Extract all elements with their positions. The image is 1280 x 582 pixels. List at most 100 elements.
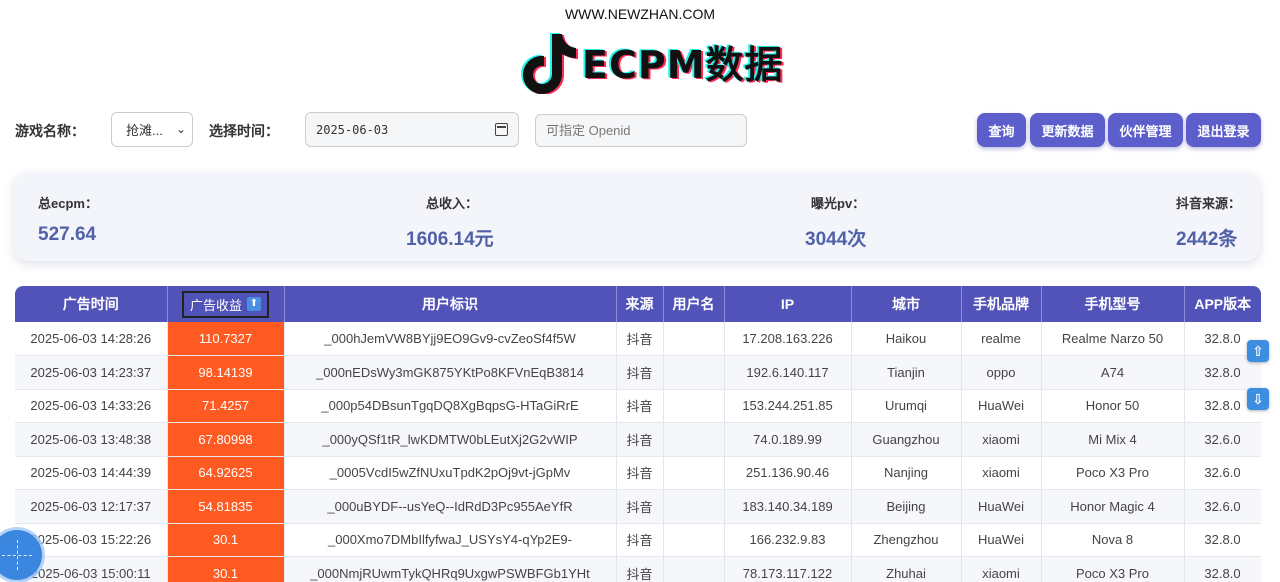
date-picker[interactable]: 2025-06-03	[305, 112, 519, 147]
cell-phone-brand: realme	[961, 322, 1042, 356]
cell-ad-revenue: 30.1	[167, 556, 285, 582]
cell-phone-model: A74	[1041, 355, 1185, 390]
header-ad-revenue[interactable]: 广告收益 ⬆	[167, 286, 285, 322]
cell-city: Tianjin	[851, 355, 962, 390]
cell-user-id: _000Xmo7DMbIlfyfwaJ_USYsY4-qYp2E9-	[284, 523, 617, 557]
header-phone-model[interactable]: 手机型号	[1041, 286, 1185, 322]
cell-phone-brand: HuaWei	[961, 523, 1042, 557]
cell-ad-revenue: 30.1	[167, 523, 285, 557]
cell-phone-model: Poco X3 Pro	[1041, 556, 1185, 582]
table-row[interactable]: 2025-06-03 14:28:26 110.7327 _000hJemVW8BY…	[15, 322, 1261, 356]
cell-source: 抖音	[616, 422, 664, 457]
cell-ad-revenue: 98.14139	[167, 355, 285, 390]
cell-username	[663, 322, 725, 356]
cell-ad-time: 2025-06-03 14:44:39	[15, 456, 168, 490]
openid-input[interactable]	[535, 114, 747, 147]
cell-app-version: 32.6.0	[1184, 422, 1261, 457]
cell-source: 抖音	[616, 489, 664, 524]
cell-user-id: _000hJemVW8BYjj9EO9Gv9-cvZeoSf4f5W	[284, 322, 617, 356]
header-username[interactable]: 用户名	[663, 286, 725, 322]
table-row[interactable]: 2025-06-03 15:00:11 30.1 _000NmjRUwmTykQHR…	[15, 556, 1261, 582]
cell-user-id: _000p54DBsunTgqDQ8XgBqpsG-HTaGiRrE	[284, 389, 617, 423]
cell-user-id: _0005VcdI5wZfNUxuTpdK2pOj9vt-jGpMv	[284, 456, 617, 490]
header-phone-brand[interactable]: 手机品牌	[961, 286, 1042, 322]
header-ad-time[interactable]: 广告时间	[15, 286, 168, 322]
cell-phone-model: Poco X3 Pro	[1041, 456, 1185, 490]
header-app-version[interactable]: APP版本	[1184, 286, 1261, 322]
scroll-down-icon[interactable]: ⇩	[1247, 388, 1269, 410]
cell-username	[663, 355, 725, 390]
cell-phone-model: Honor Magic 4	[1041, 489, 1185, 524]
stat-source: 抖音来源： 2442条	[1176, 193, 1241, 251]
cell-ip: 78.173.117.122	[724, 556, 852, 582]
cell-username	[663, 422, 725, 457]
cell-ip: 74.0.189.99	[724, 422, 852, 457]
stat-pv-label: 曝光pv：	[811, 196, 866, 211]
scroll-up-icon[interactable]: ⇧	[1247, 340, 1269, 362]
crosshair-icon-vertical	[17, 540, 18, 570]
cell-phone-model: Honor 50	[1041, 389, 1185, 423]
site-url: WWW.NEWZHAN.COM	[564, 6, 716, 22]
table-row[interactable]: 2025-06-03 14:23:37 98.14139 _000nEDsWy3mG…	[15, 355, 1261, 390]
cell-user-id: _000uBYDF--usYeQ--IdRdD3Pc955AeYfR	[284, 489, 617, 524]
header-ip[interactable]: IP	[724, 286, 852, 322]
cell-ip: 192.6.140.117	[724, 355, 852, 390]
logout-button[interactable]: 退出登录	[1186, 113, 1261, 147]
stat-revenue-value: 1606.14元	[406, 229, 494, 250]
cell-ad-time: 2025-06-03 14:23:37	[15, 355, 168, 390]
data-table-wrap: 广告时间 广告收益 ⬆ 用户标识 来源 用户名 IP 城市 手机品牌 手机型号 …	[15, 286, 1261, 582]
header-source[interactable]: 来源	[616, 286, 664, 322]
cell-app-version: 32.8.0	[1184, 523, 1261, 557]
header-user-id[interactable]: 用户标识	[284, 286, 617, 322]
query-button[interactable]: 查询	[977, 113, 1026, 147]
update-data-button[interactable]: 更新数据	[1030, 113, 1105, 147]
cell-username	[663, 523, 725, 557]
cell-ad-time: 2025-06-03 12:17:37	[15, 489, 168, 524]
table-row[interactable]: 2025-06-03 13:48:38 67.80998 _000yQSf1tR_l…	[15, 422, 1261, 457]
stat-ecpm-label: 总ecpm：	[38, 196, 98, 211]
cell-app-version: 32.6.0	[1184, 489, 1261, 524]
table-row[interactable]: 2025-06-03 15:22:26 30.1 _000Xmo7DMbIlfyfw…	[15, 523, 1261, 557]
table-row[interactable]: 2025-06-03 12:17:37 54.81835 _000uBYDF--us…	[15, 489, 1261, 524]
stats-panel: 总ecpm： 527.64 总收入： 1606.14元 曝光pv： 3044次 …	[14, 173, 1260, 261]
cell-username	[663, 556, 725, 582]
partner-manage-button[interactable]: 伙伴管理	[1108, 113, 1183, 147]
stat-ecpm-value: 527.64	[38, 224, 97, 245]
table-row[interactable]: 2025-06-03 14:33:26 71.4257 _000p54DBsunTg…	[15, 389, 1261, 423]
cell-ip: 251.136.90.46	[724, 456, 852, 490]
stat-source-label: 抖音来源：	[1176, 196, 1242, 211]
cell-phone-brand: HuaWei	[961, 389, 1042, 423]
cell-ad-revenue: 64.92625	[167, 456, 285, 490]
time-label: 选择时间：	[209, 123, 279, 139]
arrow-up-icon: ⬆	[247, 297, 261, 311]
cell-source: 抖音	[616, 523, 664, 557]
date-value: 2025-06-03	[316, 122, 389, 137]
stat-source-value: 2442条	[1176, 229, 1238, 250]
cell-source: 抖音	[616, 389, 664, 423]
cell-city: Haikou	[851, 322, 962, 356]
cell-phone-brand: xiaomi	[961, 556, 1042, 582]
stat-ecpm: 总ecpm： 527.64	[38, 193, 98, 246]
cell-source: 抖音	[616, 456, 664, 490]
game-label: 游戏名称：	[15, 123, 85, 139]
cell-ad-time: 2025-06-03 14:33:26	[15, 389, 168, 423]
cell-phone-brand: HuaWei	[961, 489, 1042, 524]
cell-phone-brand: xiaomi	[961, 456, 1042, 490]
cell-user-id: _000yQSf1tR_lwKDMTW0bLEutXj2G2vWIP	[284, 422, 617, 457]
game-select-value: 抢滩...	[126, 123, 163, 138]
header-city[interactable]: 城市	[851, 286, 962, 322]
calendar-icon[interactable]	[495, 123, 508, 136]
data-table: 广告时间 广告收益 ⬆ 用户标识 来源 用户名 IP 城市 手机品牌 手机型号 …	[15, 286, 1261, 582]
cell-ip: 153.244.251.85	[724, 389, 852, 423]
cell-phone-model: Nova 8	[1041, 523, 1185, 557]
chevron-down-icon: ⌄	[175, 122, 186, 136]
sort-indicator[interactable]: 广告收益 ⬆	[181, 290, 269, 318]
stat-revenue-label: 总收入：	[426, 196, 479, 211]
stat-pv-value: 3044次	[805, 229, 867, 250]
table-row[interactable]: 2025-06-03 14:44:39 64.92625 _0005VcdI5wZf…	[15, 456, 1261, 490]
game-select[interactable]: 抢滩... ⌄	[111, 112, 193, 147]
cell-user-id: _000NmjRUwmTykQHRq9UxgwPSWBFGb1YHt	[284, 556, 617, 582]
cell-ad-time: 2025-06-03 14:28:26	[15, 322, 168, 356]
cell-ad-revenue: 67.80998	[167, 422, 285, 457]
cell-phone-model: Mi Mix 4	[1041, 422, 1185, 457]
